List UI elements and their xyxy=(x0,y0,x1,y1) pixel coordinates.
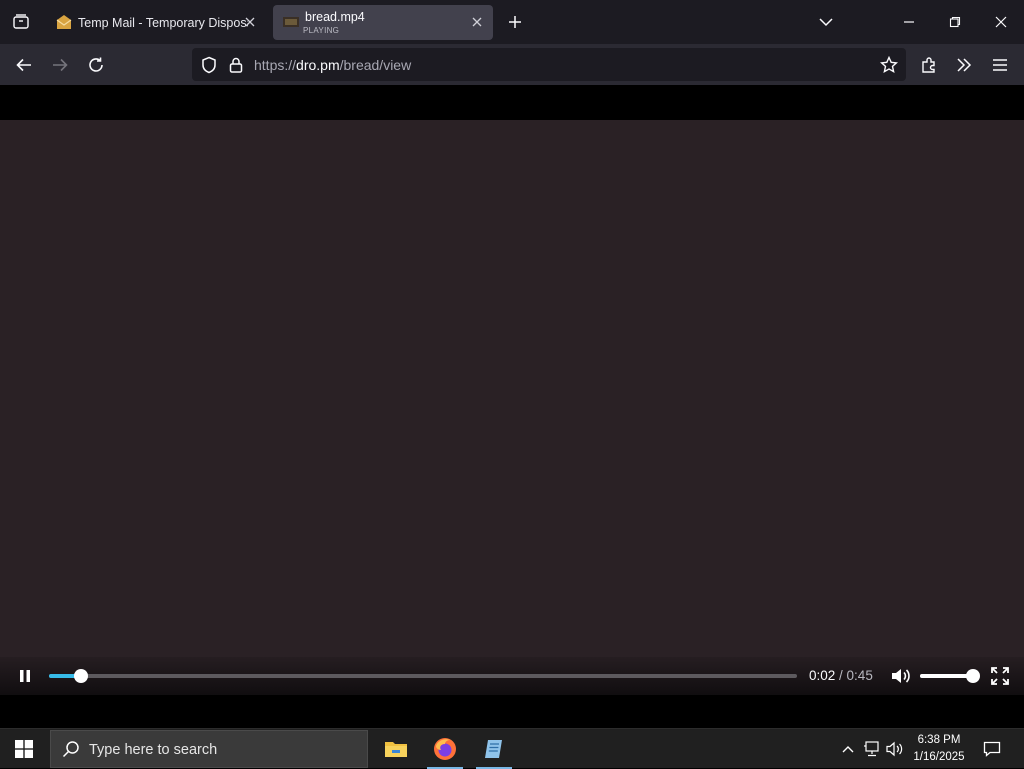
firefox-icon xyxy=(434,738,456,760)
tab-temp-mail[interactable]: Temp Mail - Temporary Disposable Email xyxy=(46,5,266,40)
start-button[interactable] xyxy=(0,729,48,769)
notification-icon xyxy=(983,741,1001,757)
navigation-toolbar: https://dro.pm/bread/view xyxy=(0,44,1024,85)
speaker-button[interactable] xyxy=(884,729,906,769)
envelope-favicon-icon xyxy=(56,15,72,29)
clock-date: 1/16/2025 xyxy=(913,751,965,763)
extensions-button[interactable] xyxy=(913,49,945,81)
volume-icon[interactable] xyxy=(890,666,912,686)
star-bookmark-icon[interactable] xyxy=(880,56,898,74)
pause-button[interactable] xyxy=(14,666,36,686)
notification-center-button[interactable] xyxy=(980,729,1004,769)
address-bar[interactable]: https://dro.pm/bread/view xyxy=(192,48,906,81)
notepad-icon xyxy=(485,740,502,758)
tab-title: bread.mp4 xyxy=(305,10,365,24)
arrow-right-icon xyxy=(53,58,68,72)
shield-icon[interactable] xyxy=(200,56,218,74)
tab-playing-label: PLAYING xyxy=(303,26,340,35)
lock-icon[interactable] xyxy=(227,56,245,74)
double-chevron-icon xyxy=(957,58,972,72)
hamburger-menu-icon xyxy=(993,59,1007,71)
chevron-down-icon xyxy=(819,18,833,27)
speaker-icon xyxy=(886,741,903,757)
windows-logo-icon xyxy=(15,740,33,758)
taskbar-clock[interactable]: 6:38 PM 1/16/2025 xyxy=(906,732,972,766)
close-window-button[interactable] xyxy=(978,0,1024,44)
plus-icon xyxy=(509,16,521,28)
page-viewport: 0:02 / 0:45 xyxy=(0,85,1024,728)
seek-slider[interactable] xyxy=(49,669,797,683)
clock-time: 6:38 PM xyxy=(917,734,961,746)
url-text[interactable]: https://dro.pm/bread/view xyxy=(254,57,411,73)
video-player[interactable] xyxy=(0,120,1024,695)
forward-button[interactable] xyxy=(44,49,76,81)
volume-slider[interactable] xyxy=(920,669,980,683)
taskbar-notepad-app[interactable] xyxy=(472,729,516,769)
taskbar-search-box[interactable]: Type here to search xyxy=(50,730,368,768)
new-tab-button[interactable] xyxy=(503,10,527,34)
show-hidden-icons-button[interactable] xyxy=(838,729,858,769)
restore-icon xyxy=(949,16,961,28)
seek-thumb[interactable] xyxy=(74,669,89,683)
minimize-button[interactable] xyxy=(886,0,932,44)
restore-button[interactable] xyxy=(932,0,978,44)
taskbar-file-explorer[interactable] xyxy=(374,729,418,769)
time-display: 0:02 / 0:45 xyxy=(809,668,873,683)
tab-title: Temp Mail - Temporary Disposable Email xyxy=(78,16,248,30)
time-separator: / xyxy=(835,668,847,683)
pause-icon xyxy=(20,670,30,682)
network-button[interactable] xyxy=(860,729,884,769)
duration: 0:45 xyxy=(846,668,873,683)
puzzle-icon xyxy=(922,57,935,73)
close-tab-icon[interactable] xyxy=(471,16,483,28)
tab-bread-mp4[interactable]: bread.mp4 PLAYING xyxy=(273,5,493,40)
overflow-menu-button[interactable] xyxy=(948,49,980,81)
tab-overview-button[interactable] xyxy=(0,0,42,44)
search-placeholder: Type here to search xyxy=(89,742,218,758)
back-button[interactable] xyxy=(8,49,40,81)
tab-strip: Temp Mail - Temporary Disposable Email b… xyxy=(0,0,1024,44)
app-menu-button[interactable] xyxy=(984,49,1016,81)
search-icon xyxy=(62,741,79,758)
current-time: 0:02 xyxy=(809,668,836,683)
windows-taskbar: Type here to search 6:38 PM 1/16/2025 xyxy=(0,728,1024,769)
network-icon xyxy=(864,741,879,757)
list-all-tabs-button[interactable] xyxy=(803,0,849,44)
arrow-left-icon xyxy=(16,58,31,72)
reload-button[interactable] xyxy=(80,49,112,81)
chevron-up-icon xyxy=(842,746,854,753)
reload-icon xyxy=(89,57,103,72)
close-icon xyxy=(995,16,1007,28)
close-tab-icon[interactable] xyxy=(244,16,256,28)
volume-thumb[interactable] xyxy=(966,669,980,683)
taskbar-firefox[interactable] xyxy=(423,729,467,769)
minimize-icon xyxy=(904,21,914,23)
fullscreen-icon[interactable] xyxy=(990,666,1010,686)
tab-overview-icon xyxy=(13,14,29,29)
video-controls: 0:02 / 0:45 xyxy=(0,657,1024,695)
video-thumbnail-icon xyxy=(283,17,299,27)
folder-icon xyxy=(385,742,407,757)
